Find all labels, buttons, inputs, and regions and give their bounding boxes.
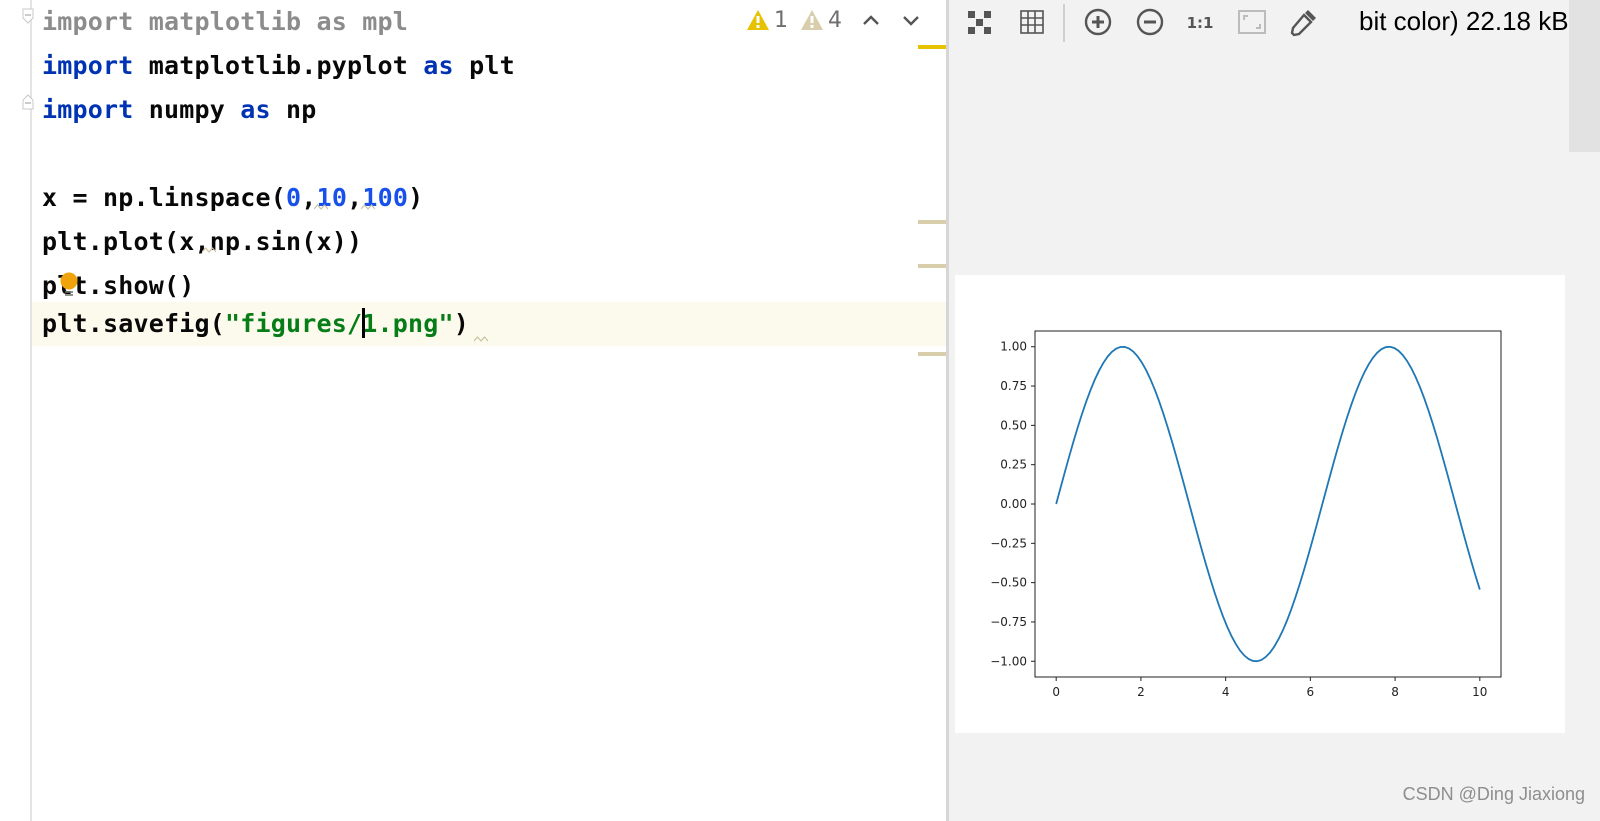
- code-line[interactable]: x = np.linspace(0,10,100): [42, 176, 423, 220]
- code-editor[interactable]: import matplotlib as mpl import matplotli…: [0, 0, 946, 821]
- code-line[interactable]: plt.savefig("figures/1.png"): [42, 302, 469, 346]
- image-info: bit color) 22.18 kB: [1359, 6, 1569, 36]
- weak-warning-squiggle: [474, 336, 488, 342]
- code-token: import: [42, 51, 134, 80]
- code-token: ): [453, 309, 470, 338]
- error-stripe-weak-mark[interactable]: [918, 352, 946, 356]
- x-tick-label: 4: [1222, 685, 1230, 699]
- image-viewer: 1:1 bit color) 22.18 kB 0 2 4 6 8 10 −1.00 −0.7…: [946, 0, 1600, 821]
- fold-end-icon[interactable]: [22, 94, 34, 110]
- editor-gutter: [0, 0, 32, 821]
- svg-text:1:1: 1:1: [1187, 14, 1214, 32]
- plot-frame: [1034, 330, 1502, 678]
- code-token: plt: [453, 51, 515, 80]
- vertical-scrollbar[interactable]: [1569, 0, 1600, 152]
- y-tick-label: 0.00: [1000, 497, 1027, 511]
- code-line[interactable]: import numpy as np: [42, 88, 317, 132]
- image-viewer-toolbar: 1:1 bit color) 22.18 kB: [949, 0, 1600, 44]
- code-line[interactable]: import matplotlib as mpl: [42, 0, 408, 44]
- code-token: numpy: [133, 95, 241, 124]
- y-tick-label: 0.25: [1000, 458, 1027, 472]
- code-token: ): [408, 183, 424, 212]
- code-line[interactable]: import matplotlib.pyplot as plt: [42, 44, 515, 88]
- y-tick-label: 1.00: [1000, 340, 1027, 354]
- x-tick-label: 10: [1472, 685, 1487, 699]
- code-line[interactable]: plt.plot(x,np.sin(x)): [42, 220, 362, 264]
- toolbar-separator: [1063, 4, 1065, 42]
- color-picker-icon[interactable]: [1289, 7, 1319, 37]
- weak-warning-squiggle: [202, 247, 216, 253]
- code-token: "figures/: [225, 309, 363, 338]
- chessboard-icon[interactable]: [965, 7, 995, 37]
- actual-size-icon[interactable]: 1:1: [1185, 7, 1215, 37]
- zoom-in-icon[interactable]: [1083, 7, 1113, 37]
- next-highlight-icon[interactable]: [900, 9, 922, 31]
- zoom-out-icon[interactable]: [1135, 7, 1165, 37]
- image-canvas[interactable]: 0 2 4 6 8 10 −1.00 −0.75 −0.50 −0.25 0.00 0.25 0.50 0…: [955, 275, 1565, 733]
- code-token: mpl: [347, 7, 409, 36]
- x-tick-label: 8: [1391, 685, 1399, 699]
- x-tick-label: 6: [1307, 685, 1315, 699]
- y-tick-label: −0.75: [990, 615, 1027, 629]
- code-token: as: [423, 51, 454, 80]
- code-token: np: [270, 95, 317, 124]
- inspection-widget[interactable]: 1 4: [746, 6, 922, 34]
- weak-warning-icon: [801, 10, 823, 30]
- y-tick-label: 0.75: [1000, 379, 1027, 393]
- warnings-count: 1: [774, 7, 788, 33]
- y-tick-label: −1.00: [990, 654, 1027, 668]
- weak-warning-squiggle: [361, 204, 375, 210]
- warning-icon: [747, 10, 769, 30]
- text-caret: [362, 308, 366, 338]
- x-tick-label: 0: [1052, 685, 1060, 699]
- code-token: 0: [286, 183, 302, 212]
- watermark: CSDN @Ding Jiaxiong: [1402, 784, 1585, 804]
- error-stripe-weak-mark[interactable]: [918, 264, 946, 268]
- code-token: 1.png": [362, 309, 454, 338]
- y-tick-label: −0.50: [990, 576, 1027, 590]
- code-token: plt.savefig(: [42, 309, 226, 338]
- code-token: as: [240, 95, 271, 124]
- y-tick-label: −0.25: [990, 536, 1027, 550]
- code-token: as: [316, 7, 348, 36]
- code-token: import: [42, 95, 134, 124]
- weak-warning-squiggle: [314, 204, 328, 210]
- error-stripe-warning-mark[interactable]: [918, 45, 946, 49]
- code-token: import: [42, 7, 134, 36]
- sine-chart: 0 2 4 6 8 10 −1.00 −0.75 −0.50 −0.25 0.00 0.25 0.50 0…: [990, 330, 1502, 699]
- grid-icon[interactable]: [1017, 7, 1047, 37]
- code-token: matplotlib.pyplot: [133, 51, 424, 80]
- fit-zoom-icon[interactable]: [1237, 7, 1267, 37]
- error-stripe-weak-mark[interactable]: [918, 220, 946, 224]
- intention-bulb-icon[interactable]: [60, 272, 78, 298]
- fold-start-icon[interactable]: [22, 8, 34, 24]
- x-tick-label: 2: [1137, 685, 1145, 699]
- code-token: matplotlib: [133, 7, 317, 36]
- previous-highlight-icon[interactable]: [860, 9, 882, 31]
- weak-warnings-count: 4: [828, 7, 842, 33]
- code-token: x = np.linspace(: [42, 183, 287, 212]
- y-tick-label: 0.50: [1000, 418, 1027, 432]
